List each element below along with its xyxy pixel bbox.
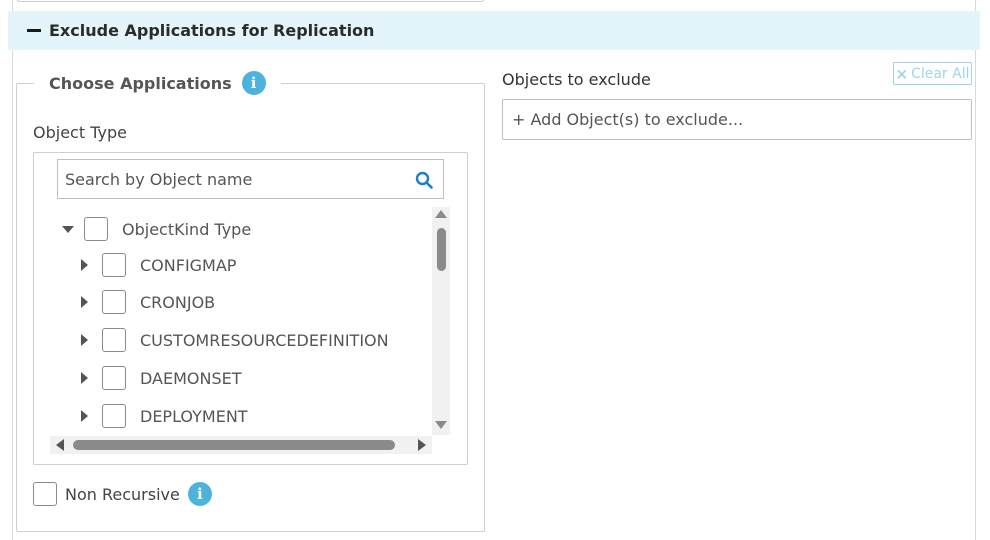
caret-right-icon[interactable] [81, 410, 88, 422]
info-icon[interactable]: i [241, 71, 266, 95]
tree-node-daemonset[interactable]: DAEMONSET [81, 364, 242, 392]
clear-all-button[interactable]: × Clear All [893, 62, 972, 85]
tree-node-deployment[interactable]: DEPLOYMENT [81, 402, 248, 430]
choose-applications-title: Choose Applications [49, 73, 232, 93]
caret-right-icon[interactable] [81, 259, 88, 271]
tree-node-label: CUSTOMRESOURCEDEFINITION [140, 330, 389, 350]
info-icon[interactable]: i [187, 482, 212, 506]
non-recursive-option: Non Recursive i [33, 482, 212, 506]
object-type-label: Object Type [33, 123, 127, 142]
tree-node-checkbox[interactable] [102, 253, 126, 277]
vertical-scroll-thumb[interactable] [437, 228, 446, 271]
object-search-box [57, 159, 444, 199]
tree-node-label: CONFIGMAP [140, 255, 237, 275]
caret-right-icon[interactable] [81, 372, 88, 384]
tree-node-label: ObjectKind Type [122, 219, 252, 239]
tree-node-checkbox[interactable] [84, 217, 108, 241]
close-icon: × [895, 64, 909, 83]
objects-to-exclude-label: Objects to exclude [502, 70, 651, 89]
caret-down-icon[interactable] [62, 225, 74, 233]
scroll-right-arrow-icon[interactable] [418, 439, 426, 451]
add-objects-to-exclude-input[interactable]: + Add Object(s) to exclude... [502, 99, 972, 140]
non-recursive-checkbox[interactable] [33, 482, 57, 506]
scroll-left-arrow-icon[interactable] [56, 439, 64, 451]
object-search-input[interactable] [58, 160, 398, 198]
minus-icon[interactable] [27, 29, 41, 32]
tree-node-label: DEPLOYMENT [140, 406, 248, 426]
horizontal-scroll-thumb[interactable] [73, 440, 395, 450]
non-recursive-label: Non Recursive [65, 484, 180, 504]
panel-border-right [975, 0, 976, 540]
scroll-down-arrow-icon[interactable] [435, 421, 447, 429]
previous-field-input[interactable] [16, 0, 485, 2]
tree-node-checkbox[interactable] [102, 328, 126, 352]
search-icon[interactable] [415, 171, 433, 189]
tree-node-checkbox[interactable] [102, 404, 126, 428]
tree-node-cronjob[interactable]: CRONJOB [81, 288, 215, 316]
tree-node-label: CRONJOB [140, 292, 216, 312]
tree-node-checkbox[interactable] [102, 290, 126, 314]
clear-all-label: Clear All [911, 65, 970, 82]
scroll-up-arrow-icon[interactable] [435, 210, 447, 218]
tree-node-label: DAEMONSET [140, 368, 242, 388]
add-objects-placeholder: + Add Object(s) to exclude... [512, 110, 744, 129]
caret-right-icon[interactable] [81, 334, 88, 346]
caret-right-icon[interactable] [81, 296, 88, 308]
tree-node-configmap[interactable]: CONFIGMAP [81, 251, 236, 279]
tree-node-checkbox[interactable] [102, 366, 126, 390]
section-header-exclude-applications[interactable]: Exclude Applications for Replication [8, 11, 980, 50]
tree-node-root[interactable]: ObjectKind Type [62, 215, 251, 243]
choose-applications-legend: Choose Applications i [34, 68, 281, 98]
tree-node-customresourcedefinition[interactable]: CUSTOMRESOURCEDEFINITION [81, 326, 389, 354]
panel-border-left [12, 0, 13, 540]
section-title: Exclude Applications for Replication [49, 21, 375, 40]
